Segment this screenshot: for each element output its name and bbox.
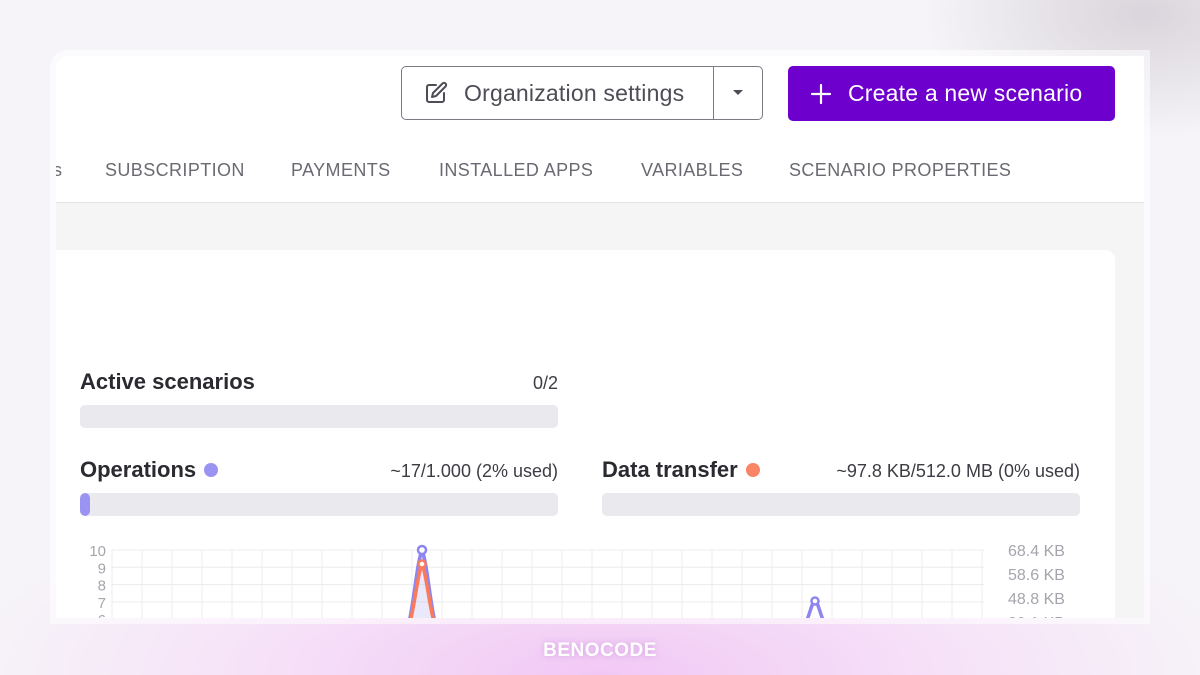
tab-subscription[interactable]: SUBSCRIPTION <box>105 160 245 181</box>
organization-settings-button[interactable]: Organization settings <box>402 67 715 119</box>
y-left-tick: 9 <box>98 560 106 577</box>
operations-bar <box>80 493 558 516</box>
operations-legend-dot <box>204 463 219 477</box>
active-scenarios-value: 0/2 <box>532 373 558 393</box>
edit-icon <box>426 81 448 103</box>
data-point-operations-2 <box>810 596 820 606</box>
data-transfer-title: Data transfer <box>602 457 760 483</box>
app-window: Organization settings Create a new scena… <box>56 56 1144 618</box>
y-left-tick: 10 <box>89 543 106 560</box>
usage-chart: 109876 68.4 KB 58.6 KB 48.8 KB 39.1 KB <box>89 543 1065 618</box>
plus-icon <box>810 83 832 104</box>
tab-variables[interactable]: VARIABLES <box>641 160 743 181</box>
tab-bar: s SUBSCRIPTION PAYMENTS INSTALLED APPS V… <box>56 152 1144 192</box>
data-point-data-transfer <box>417 559 427 569</box>
y-left-tick: 8 <box>98 578 106 595</box>
organization-settings-label: Organization settings <box>464 79 685 106</box>
active-scenarios-label: Active scenarios <box>80 369 255 394</box>
active-scenarios-title: Active scenarios <box>80 369 255 395</box>
usage-panel: Active scenarios 0/2 Operations ~17/1.00… <box>56 250 1115 618</box>
y-right-tick: 48.8 KB <box>1008 591 1065 608</box>
y-right-tick: 68.4 KB <box>1008 543 1065 560</box>
organization-settings-button-group: Organization settings <box>401 66 763 120</box>
top-bar: Organization settings Create a new scena… <box>56 56 1144 203</box>
data-transfer-value: ~97.8 KB/512.0 MB (0% used) <box>836 461 1080 481</box>
operations-value: ~17/1.000 (2% used) <box>390 461 558 481</box>
operations-bar-fill <box>80 493 90 516</box>
create-scenario-button[interactable]: Create a new scenario <box>788 66 1115 121</box>
data-transfer-label: Data transfer <box>602 457 738 482</box>
y-left-tick: 6 <box>98 612 106 618</box>
tab-payments[interactable]: PAYMENTS <box>291 160 391 181</box>
y-right-tick: 39.1 KB <box>1008 615 1065 618</box>
tab-cut-off[interactable]: s <box>56 160 62 181</box>
operations-label: Operations <box>80 457 197 482</box>
tab-scenario-properties[interactable]: SCENARIO PROPERTIES <box>789 160 1011 181</box>
y-left-tick: 7 <box>98 595 106 612</box>
create-scenario-label: Create a new scenario <box>848 80 1083 106</box>
active-scenarios-bar <box>80 405 558 428</box>
data-point-operations <box>416 544 428 556</box>
operations-title: Operations <box>80 457 219 483</box>
y-right-tick: 58.6 KB <box>1008 567 1065 584</box>
organization-settings-dropdown[interactable] <box>714 67 762 119</box>
tab-installed-apps[interactable]: INSTALLED APPS <box>439 160 593 181</box>
caret-down-icon <box>733 90 744 95</box>
benocode-watermark: BENOCODE <box>543 640 657 661</box>
data-transfer-legend-dot <box>745 463 760 477</box>
data-transfer-bar <box>602 493 1080 516</box>
